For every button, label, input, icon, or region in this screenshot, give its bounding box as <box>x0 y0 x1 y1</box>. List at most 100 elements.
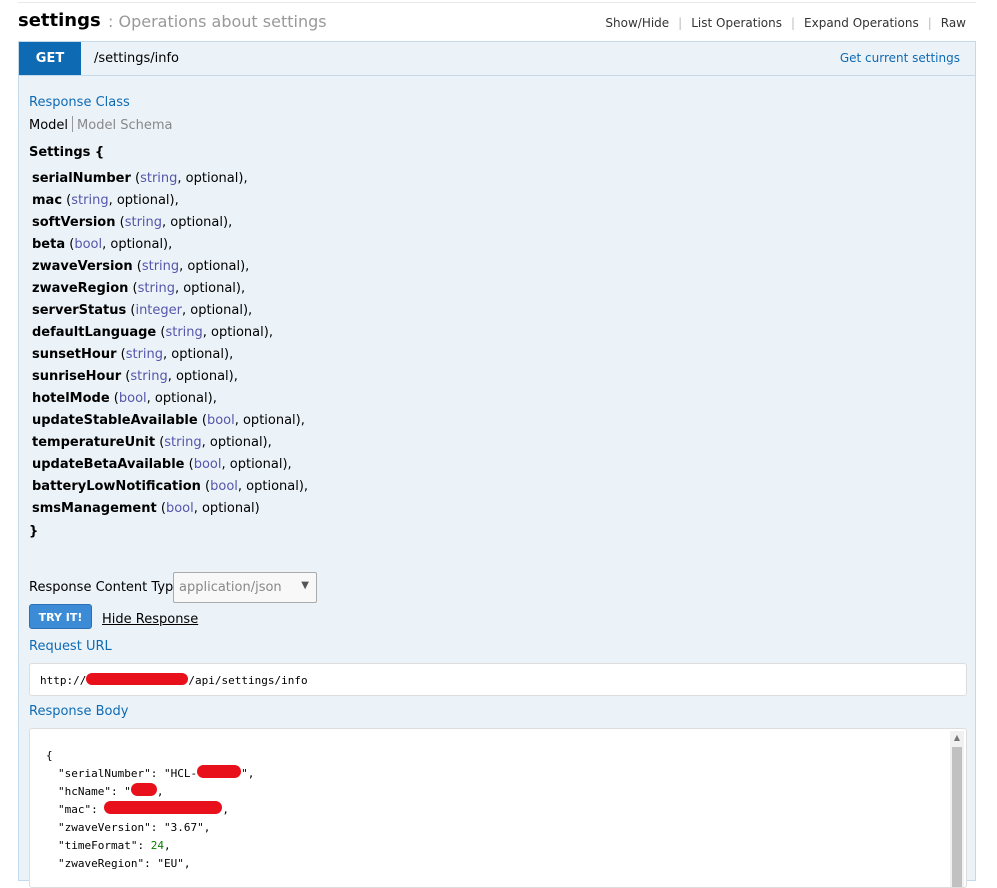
model-property: sunriseHour (string, optional), <box>32 369 238 384</box>
response-content-type-label: Response Content Type <box>29 580 182 595</box>
request-url-suffix: /api/settings/info <box>188 674 308 687</box>
resource-header: settings : Operations about settings Sho… <box>18 10 976 38</box>
redaction-mark <box>197 765 242 778</box>
request-url-box[interactable]: http:// /api/settings/info <box>29 663 967 696</box>
property-name: temperatureUnit <box>32 435 156 450</box>
resource-description: : Operations about settings <box>108 12 327 31</box>
response-class-label: Response Class <box>29 95 130 110</box>
link-divider: | <box>790 16 796 30</box>
top-divider <box>18 2 976 3</box>
json-line: "zwaveRegion": "EU", <box>46 855 254 873</box>
try-it-button[interactable]: TRY IT! <box>29 604 92 629</box>
json-key: "hcName": <box>58 785 125 798</box>
model-property: hotelMode (bool, optional), <box>32 391 217 406</box>
response-body-scrollbar[interactable]: ▲ <box>950 731 964 887</box>
property-type: string <box>137 281 175 296</box>
property-suffix: , optional), <box>174 281 246 296</box>
expand-operations-link[interactable]: Expand Operations <box>804 16 919 30</box>
property-suffix: , optional) <box>193 501 260 516</box>
property-name: softVersion <box>32 215 116 230</box>
property-type: string <box>130 369 168 384</box>
property-name: hotelMode <box>32 391 110 406</box>
tab-divider <box>72 116 74 132</box>
property-type: string <box>164 435 202 450</box>
json-value: "HCL- <box>163 767 198 780</box>
model-property: serverStatus (integer, optional), <box>32 303 253 318</box>
model-property: zwaveRegion (string, optional), <box>32 281 246 296</box>
hide-response-link[interactable]: Hide Response <box>102 612 198 627</box>
json-punct: , <box>156 785 164 798</box>
json-key: "zwaveRegion": <box>58 857 158 870</box>
response-content-type-select[interactable]: application/json ▼ <box>173 572 317 603</box>
scroll-up-icon[interactable]: ▲ <box>950 731 964 745</box>
model-property: serialNumber (string, optional), <box>32 171 248 186</box>
request-url-prefix: http:// <box>40 674 87 687</box>
property-suffix: , optional), <box>162 215 233 230</box>
operation-summary[interactable]: Get current settings <box>840 51 960 65</box>
json-value: " <box>124 785 131 798</box>
json-line: "mac": , <box>46 801 254 819</box>
property-name: zwaveRegion <box>32 281 129 296</box>
property-suffix: , optional), <box>179 259 250 274</box>
property-name: serverStatus <box>32 303 127 318</box>
property-name: sunriseHour <box>32 369 122 384</box>
json-line: "hcName": ", <box>46 783 254 801</box>
property-suffix: , optional), <box>177 171 248 186</box>
redaction-mark <box>104 801 223 814</box>
json-key: "mac": <box>58 803 105 816</box>
json-line: "zwaveVersion": "3.67", <box>46 819 254 837</box>
model-name: Settings { <box>29 145 105 160</box>
tab-model[interactable]: Model <box>29 118 68 133</box>
property-name: defaultLanguage <box>32 325 157 340</box>
response-body-box[interactable]: {"serialNumber": "HCL- ", "hcName": ", "mac… <box>29 728 967 888</box>
json-punct: , <box>222 803 229 816</box>
model-property: sunsetHour (string, optional), <box>32 347 234 362</box>
property-type: bool <box>193 457 222 472</box>
show-hide-link[interactable]: Show/Hide <box>605 16 669 30</box>
property-name: sunsetHour <box>32 347 117 362</box>
property-suffix: , optional), <box>146 391 217 406</box>
property-suffix: , optional), <box>163 347 234 362</box>
property-type: string <box>125 347 164 362</box>
selected-content-type: application/json <box>179 580 282 595</box>
response-body-label: Response Body <box>29 704 129 719</box>
property-suffix: , optional), <box>108 193 179 208</box>
property-name: mac <box>32 193 63 208</box>
scrollbar-thumb[interactable] <box>952 747 962 887</box>
link-divider: | <box>927 16 932 30</box>
json-punct: , <box>183 857 191 870</box>
property-type: integer <box>135 303 182 318</box>
property-name: serialNumber <box>32 171 131 186</box>
raw-link[interactable]: Raw <box>941 16 966 30</box>
json-punct: ", <box>241 767 255 780</box>
property-type: bool <box>206 413 235 428</box>
redaction-mark <box>86 673 189 685</box>
json-key: "serialNumber": <box>58 767 164 780</box>
model-property: batteryLowNotification (bool, optional), <box>32 479 309 494</box>
model-property: softVersion (string, optional), <box>32 215 233 230</box>
tab-model-schema[interactable]: Model Schema <box>77 118 172 133</box>
property-name: updateStableAvailable <box>32 413 198 428</box>
model-tabs: Model Model Schema <box>29 116 172 133</box>
property-suffix: , optional), <box>221 457 292 472</box>
model-close-brace: } <box>29 524 39 539</box>
json-key: "timeFormat": <box>58 839 151 852</box>
list-operations-link[interactable]: List Operations <box>691 16 782 30</box>
operation-path[interactable]: /settings/info <box>94 51 179 66</box>
model-property: temperatureUnit (string, optional), <box>32 435 272 450</box>
property-type: bool <box>74 237 103 252</box>
resource-subtitle: Operations about settings <box>118 12 327 31</box>
property-type: string <box>165 325 203 340</box>
property-name: smsManagement <box>32 501 157 516</box>
request-url-label: Request URL <box>29 639 112 654</box>
property-type: string <box>141 259 180 274</box>
resource-title[interactable]: settings <box>18 10 101 31</box>
json-open-brace: { <box>46 749 53 762</box>
json-value: "3.67" <box>163 821 204 834</box>
http-method-badge[interactable]: GET <box>19 42 81 75</box>
model-property: smsManagement (bool, optional) <box>32 501 260 516</box>
operation-heading[interactable]: GET /settings/info Get current settings <box>19 42 975 76</box>
property-type: string <box>140 171 178 186</box>
json-line: "timeFormat": 24, <box>46 837 254 855</box>
property-name: updateBetaAvailable <box>32 457 185 472</box>
